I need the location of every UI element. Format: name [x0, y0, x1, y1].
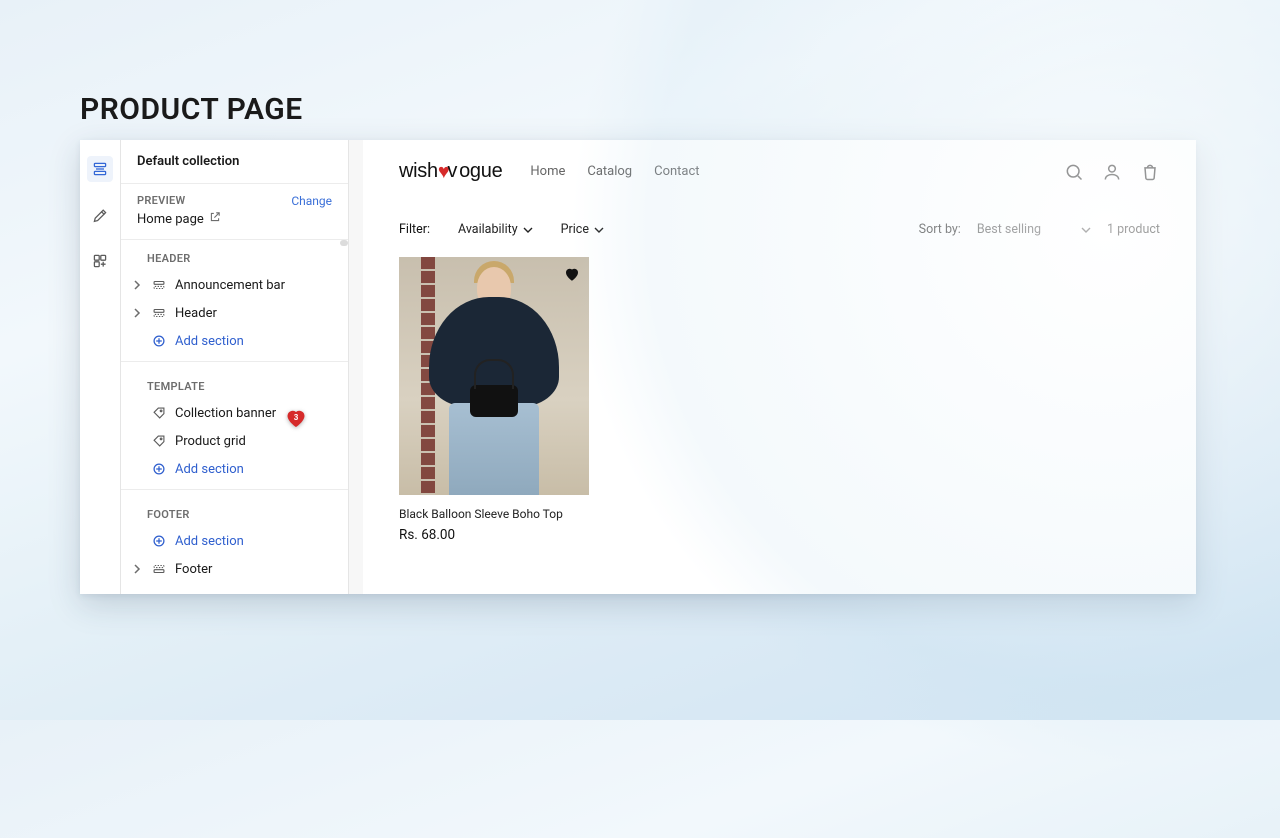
- nav-contact[interactable]: Contact: [654, 164, 699, 179]
- editor-window: Default collection PREVIEW Change Home p…: [80, 140, 1196, 594]
- storefront: wish♥vogue Home Catalog Contact Filter: …: [363, 140, 1196, 594]
- row-label: Footer: [175, 562, 212, 577]
- search-icon[interactable]: [1064, 162, 1084, 182]
- chevron-down-icon: [1081, 225, 1091, 235]
- row-footer[interactable]: Footer: [121, 555, 348, 583]
- chevron-down-icon: [594, 225, 604, 235]
- icon-rail: [80, 140, 121, 594]
- plus-circle-icon: [151, 533, 167, 549]
- filter-price-label: Price: [561, 222, 589, 237]
- filter-price[interactable]: Price: [561, 222, 604, 237]
- tag-icon: [151, 433, 167, 449]
- chevron-down-icon: [523, 225, 533, 235]
- header-icons: [1064, 162, 1160, 182]
- add-section-footer[interactable]: Add section: [121, 527, 348, 555]
- page-heading: PRODUCT PAGE: [80, 92, 303, 127]
- add-section-header[interactable]: Add section: [121, 327, 348, 355]
- wishlist-floating-button[interactable]: 3: [284, 406, 308, 430]
- separator: [121, 489, 348, 490]
- filter-bar: Filter: Availability Price Sort by: Best…: [363, 204, 1196, 249]
- nav-home[interactable]: Home: [530, 164, 565, 179]
- sidebar: Default collection PREVIEW Change Home p…: [121, 140, 349, 594]
- add-section-label: Add section: [175, 534, 244, 549]
- sidebar-sections: HEADER Announcement bar Header Add secti…: [121, 240, 348, 594]
- sort-select[interactable]: Best selling: [977, 222, 1091, 237]
- store-logo[interactable]: wish♥vogue: [399, 160, 502, 183]
- row-label: Header: [175, 306, 217, 321]
- section-icon: [151, 561, 167, 577]
- row-header[interactable]: Header: [121, 299, 348, 327]
- section-icon: [151, 305, 167, 321]
- external-link-icon: [209, 211, 221, 227]
- change-link[interactable]: Change: [291, 194, 332, 208]
- add-section-template[interactable]: Add section: [121, 455, 348, 483]
- sort-value: Best selling: [977, 222, 1041, 237]
- row-product-grid[interactable]: Product grid: [121, 427, 348, 455]
- plus-circle-icon: [151, 461, 167, 477]
- preview-pane: wish♥vogue Home Catalog Contact Filter: …: [349, 140, 1196, 594]
- tag-icon: [151, 405, 167, 421]
- add-section-label: Add section: [175, 334, 244, 349]
- theme-settings-icon[interactable]: [87, 202, 113, 228]
- preview-page-row[interactable]: Home page: [137, 211, 332, 227]
- preview-switcher: PREVIEW Change Home page: [121, 184, 348, 240]
- filter-label: Filter:: [399, 222, 430, 237]
- chevron-right-icon: [131, 564, 143, 574]
- product-name: Black Balloon Sleeve Boho Top: [399, 507, 589, 521]
- row-label: Announcement bar: [175, 278, 285, 293]
- sort-label: Sort by:: [919, 222, 961, 237]
- chevron-right-icon: [131, 308, 143, 318]
- product-image: [399, 257, 589, 495]
- sections-icon[interactable]: [87, 156, 113, 182]
- group-footer-label: FOOTER: [121, 496, 348, 527]
- filter-availability[interactable]: Availability: [458, 222, 533, 237]
- chevron-right-icon: [131, 280, 143, 290]
- row-label: Collection banner: [175, 406, 276, 421]
- add-section-label: Add section: [175, 462, 244, 477]
- logo-text-2: ogue: [459, 160, 502, 182]
- store-header: wish♥vogue Home Catalog Contact: [363, 140, 1196, 204]
- row-collection-banner[interactable]: Collection banner: [121, 399, 348, 427]
- row-announcement-bar[interactable]: Announcement bar: [121, 271, 348, 299]
- product-card[interactable]: Black Balloon Sleeve Boho Top Rs. 68.00: [399, 257, 589, 543]
- group-header-label: HEADER: [121, 240, 348, 271]
- product-count: 1 product: [1107, 222, 1160, 237]
- product-grid: Black Balloon Sleeve Boho Top Rs. 68.00: [363, 249, 1196, 551]
- separator: [121, 361, 348, 362]
- group-template-label: TEMPLATE: [121, 368, 348, 399]
- nav-catalog[interactable]: Catalog: [587, 164, 632, 179]
- preview-page-label: Home page: [137, 212, 204, 227]
- wishlist-count-badge: 3: [294, 413, 299, 422]
- nav-links: Home Catalog Contact: [530, 164, 699, 179]
- product-price: Rs. 68.00: [399, 527, 589, 543]
- app-embeds-icon[interactable]: [87, 248, 113, 274]
- plus-circle-icon: [151, 333, 167, 349]
- sidebar-title: Default collection: [121, 140, 348, 184]
- section-icon: [151, 277, 167, 293]
- row-label: Product grid: [175, 434, 246, 449]
- cart-icon[interactable]: [1140, 162, 1160, 182]
- logo-text-1: wish: [399, 160, 438, 182]
- filter-availability-label: Availability: [458, 222, 518, 237]
- wishlist-heart-icon[interactable]: [563, 265, 581, 283]
- account-icon[interactable]: [1102, 162, 1122, 182]
